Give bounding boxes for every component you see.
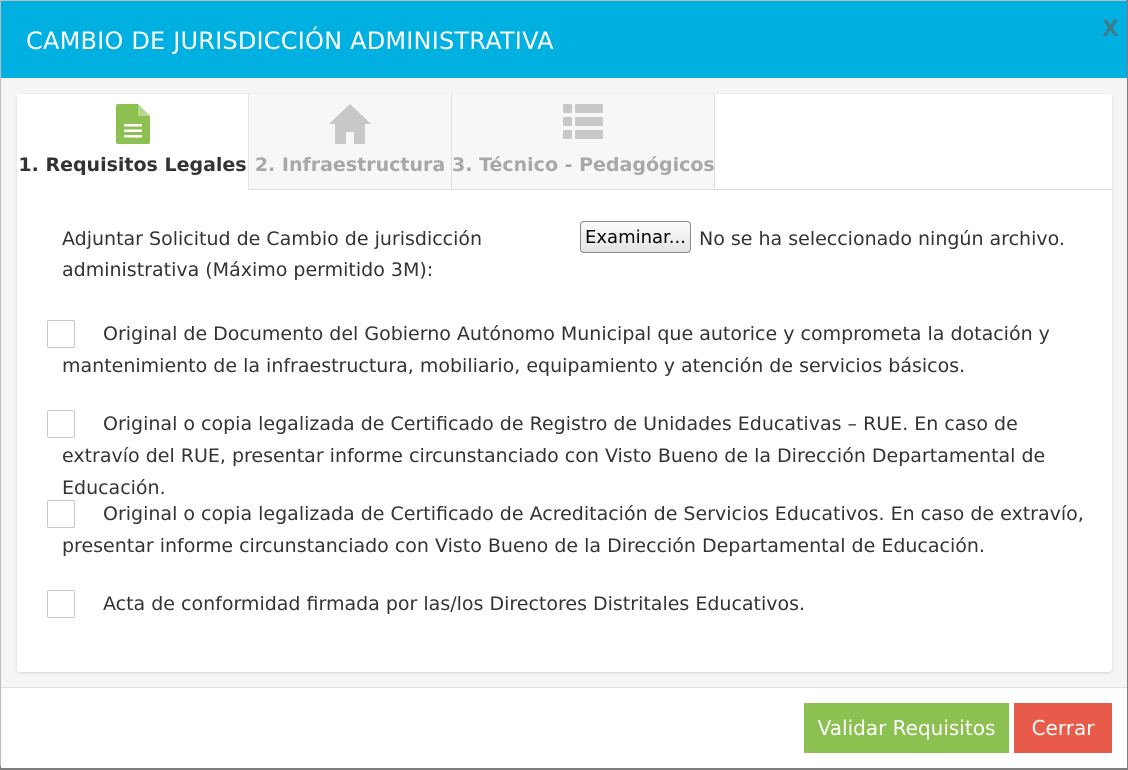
- file-upload-label: Adjuntar Solicitud de Cambio de jurisdic…: [62, 228, 483, 281]
- requirement-item: Acta de conformidad firmada por las/los …: [47, 588, 1087, 620]
- modal-footer: Validar Requisitos Cerrar: [1, 687, 1127, 768]
- file-upload-status: No se ha seleccionado ningún archivo.: [699, 228, 1065, 250]
- tab-label: 3. Técnico - Pedagógicos: [452, 154, 715, 176]
- requirement-checkbox[interactable]: [47, 500, 75, 528]
- modal-title: CAMBIO DE JURISDICCIÓN ADMINISTRATIVA: [26, 27, 554, 55]
- tab-requisitos-legales[interactable]: 1. Requisitos Legales: [17, 94, 249, 190]
- requirements-modal: CAMBIO DE JURISDICCIÓN ADMINISTRATIVA X: [0, 0, 1127, 768]
- requirement-text: Original o copia legalizada de Certifica…: [62, 503, 1084, 557]
- document-icon: [115, 104, 150, 148]
- requirement-text: Original de Documento del Gobierno Autón…: [62, 323, 1050, 377]
- requirement-text: Acta de conformidad firmada por las/los …: [103, 593, 806, 615]
- validate-requirements-button[interactable]: Validar Requisitos: [804, 703, 1009, 753]
- file-upload-row: Adjuntar Solicitud de Cambio de jurisdic…: [62, 221, 1092, 281]
- requirement-checkbox[interactable]: [47, 410, 75, 438]
- close-button[interactable]: Cerrar: [1014, 703, 1112, 753]
- tab-label: 1. Requisitos Legales: [18, 154, 247, 176]
- requirement-item: Original o copia legalizada de Certifica…: [47, 408, 1087, 504]
- close-icon[interactable]: X: [1102, 17, 1119, 42]
- list-icon: [563, 104, 603, 144]
- requirement-item: Original o copia legalizada de Certifica…: [47, 498, 1087, 562]
- requirement-checkbox[interactable]: [47, 320, 75, 348]
- requirement-item: Original de Documento del Gobierno Autón…: [47, 318, 1087, 382]
- tab-tecnico-pedagogicos[interactable]: 3. Técnico - Pedagógicos: [452, 94, 715, 189]
- modal-body: 1. Requisitos Legales 2. Infraestructura: [1, 78, 1127, 687]
- tab-bar: 1. Requisitos Legales 2. Infraestructura: [17, 94, 1112, 190]
- browse-file-button[interactable]: Examinar...: [580, 221, 691, 253]
- modal-header: CAMBIO DE JURISDICCIÓN ADMINISTRATIVA X: [1, 1, 1127, 78]
- requirement-checkbox[interactable]: [47, 590, 75, 618]
- tab-infraestructura[interactable]: 2. Infraestructura: [249, 94, 452, 189]
- tab-label: 2. Infraestructura: [254, 154, 446, 176]
- requirement-text: Original o copia legalizada de Certifica…: [62, 413, 1046, 499]
- home-icon: [329, 104, 371, 148]
- form-panel: 1. Requisitos Legales 2. Infraestructura: [17, 94, 1112, 672]
